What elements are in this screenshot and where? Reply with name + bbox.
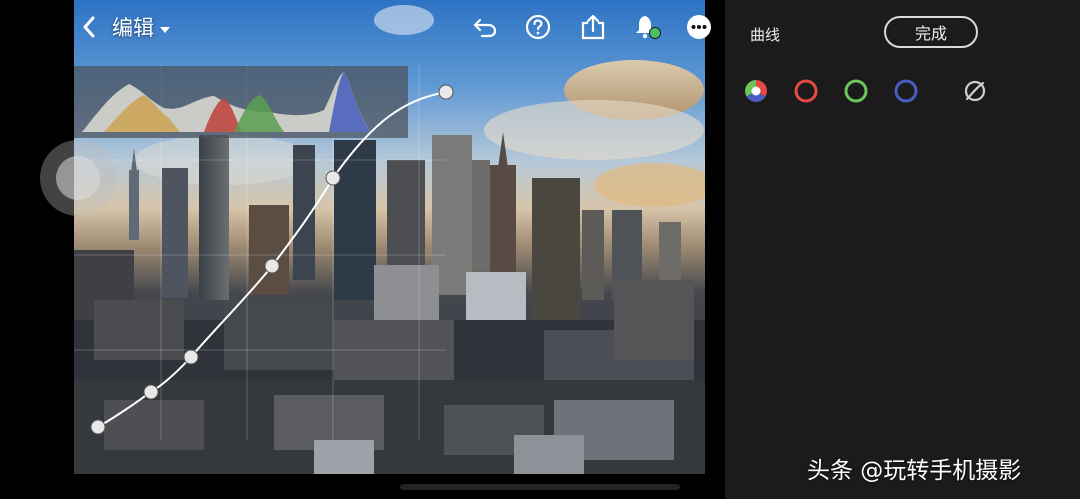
help-icon[interactable]	[521, 10, 555, 44]
green-channel-icon[interactable]	[843, 78, 869, 104]
reset-curve-icon[interactable]	[962, 78, 988, 104]
curve-panel: 曲线 完成	[725, 0, 1080, 499]
share-icon[interactable]	[576, 10, 610, 44]
curve-point	[325, 170, 341, 186]
undo-icon[interactable]	[468, 10, 502, 44]
more-icon[interactable]	[682, 10, 716, 44]
curve-point	[264, 258, 280, 274]
curve-point	[90, 419, 106, 435]
curve-point	[438, 84, 454, 100]
watermark-text: 头条 @玩转手机摄影	[807, 458, 1022, 484]
red-channel-icon[interactable]	[793, 78, 819, 104]
city-skyline-photo	[74, 5, 705, 474]
photo-canvas[interactable]	[74, 0, 705, 474]
notification-icon[interactable]	[630, 10, 664, 44]
curve-point	[183, 349, 199, 365]
back-icon[interactable]	[74, 10, 104, 44]
panel-title: 曲线	[750, 26, 781, 44]
top-left-header: 编辑	[74, 10, 171, 44]
floating-assistive-button[interactable]	[40, 140, 116, 216]
blue-channel-icon[interactable]	[893, 78, 919, 104]
curve-point	[143, 384, 159, 400]
done-button[interactable]: 完成	[884, 16, 978, 48]
floating-button-core	[56, 156, 100, 200]
edit-mode-title[interactable]: 编辑	[112, 12, 154, 42]
rgb-channel-icon[interactable]	[743, 78, 769, 104]
chevron-down-icon[interactable]	[159, 19, 171, 38]
home-indicator[interactable]	[400, 484, 680, 490]
